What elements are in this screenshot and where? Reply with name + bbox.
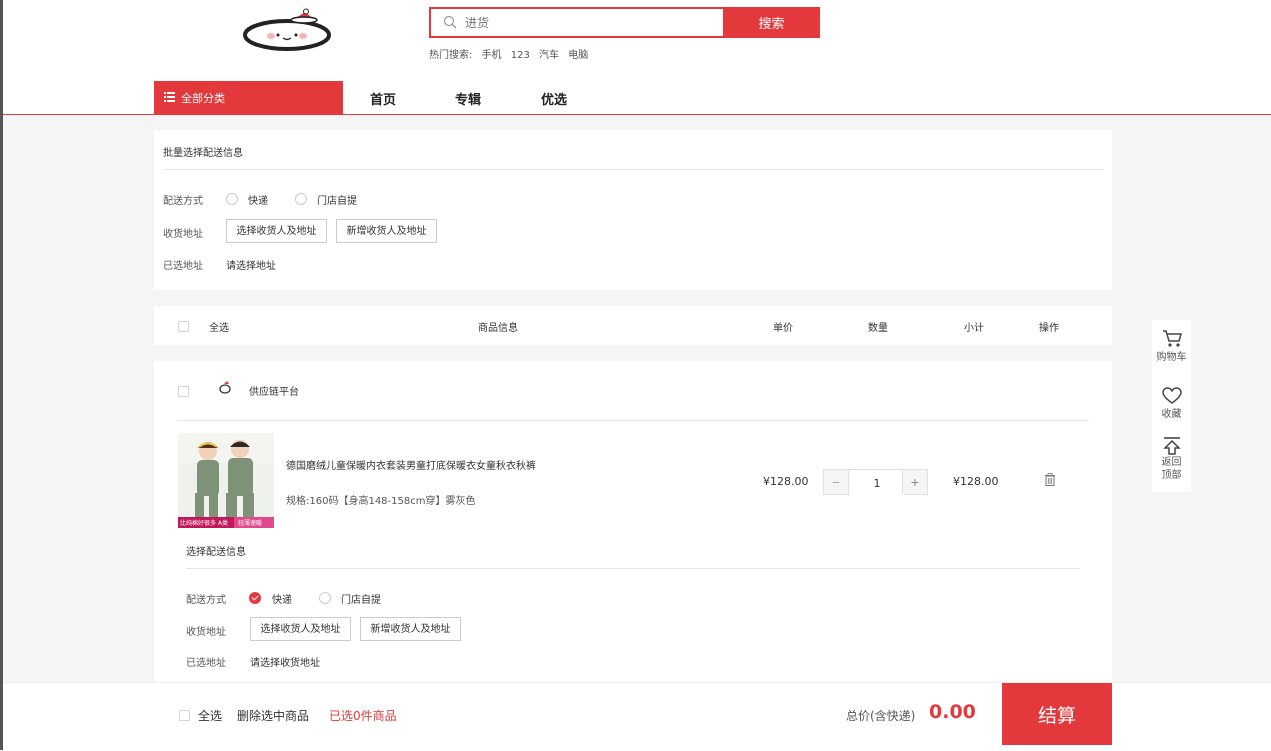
heart-icon	[1161, 387, 1182, 404]
sidebar-cart-label: 购物车	[1156, 352, 1187, 363]
search-bar: 搜索	[429, 7, 820, 38]
item-selected-address-label: 已选地址	[186, 658, 226, 669]
item-address-label: 收货地址	[186, 627, 226, 638]
total-amount: 0.00	[929, 701, 976, 723]
arrow-up-icon	[1162, 437, 1181, 455]
item-choose-address-button[interactable]: 选择收货人及地址	[250, 617, 351, 641]
sidebar-favorites-label: 收藏	[1161, 409, 1182, 420]
search-button[interactable]: 搜索	[723, 7, 820, 38]
menu-icon	[164, 92, 175, 102]
delivery-method-label: 配送方式	[163, 196, 203, 207]
select-all-checkbox[interactable]	[178, 321, 189, 332]
sidebar-cart[interactable]: 购物车	[1152, 328, 1191, 363]
right-floating-sidebar: 购物车 收藏 返回顶部	[1152, 320, 1191, 492]
batch-delivery-title: 批量选择配送信息	[163, 148, 243, 159]
footer-select-all-label: 全选	[198, 709, 223, 723]
radio-express-label: 快递	[248, 196, 268, 207]
cart-icon	[1162, 330, 1182, 347]
mascot-logo[interactable]	[241, 8, 337, 52]
hot-search-label: 热门搜索:	[429, 50, 473, 61]
item-selected-address-value: 请选择收货地址	[250, 658, 320, 669]
quantity-decrease-button[interactable]: −	[824, 470, 849, 494]
item-delivery-method-label: 配送方式	[186, 595, 226, 606]
radio-express[interactable]	[226, 193, 238, 205]
checkout-button[interactable]: 结算	[1002, 683, 1112, 745]
quantity-input[interactable]	[850, 470, 904, 496]
divider	[186, 568, 1080, 569]
hot-search-item[interactable]: 123	[511, 50, 530, 61]
nav-home[interactable]: 首页	[370, 89, 396, 108]
item-radio-store-pickup-label: 门店自提	[341, 595, 381, 606]
add-address-button[interactable]: 新增收货人及地址	[336, 219, 437, 243]
selected-count: 已选0件商品	[329, 709, 397, 723]
column-action: 操作	[1039, 323, 1059, 334]
sidebar-back-to-top-label: 返回顶部	[1161, 457, 1182, 481]
selected-address-value: 请选择地址	[226, 261, 276, 272]
divider	[177, 420, 1089, 421]
product-subtotal: ¥128.00	[953, 475, 999, 488]
item-radio-express-label: 快递	[272, 595, 292, 606]
selected-address-label: 已选地址	[163, 261, 203, 272]
shop-checkbox[interactable]	[178, 386, 189, 397]
column-quantity: 数量	[868, 323, 888, 334]
batch-delivery-panel: 批量选择配送信息 配送方式 快递 门店自提 收货地址 选择收货人及地址 新增收货…	[154, 130, 1112, 290]
hot-search-item[interactable]: 手机	[482, 50, 502, 61]
nav-albums[interactable]: 专辑	[455, 89, 481, 108]
total-label: 总价(含快递)	[846, 709, 916, 723]
column-product-info: 商品信息	[478, 323, 518, 334]
product-title[interactable]: 德国磨绒儿童保暖内衣套装男童打底保暖衣女童秋衣秋裤	[286, 457, 536, 472]
item-radio-store-pickup[interactable]	[319, 592, 331, 604]
search-icon	[443, 15, 457, 29]
hot-search-item[interactable]: 电脑	[568, 50, 588, 61]
shop-logo-icon	[219, 381, 231, 394]
radio-store-pickup[interactable]	[295, 193, 307, 205]
shop-cart-panel: 供应链平台 比纯棉好很多 A类 轻薄速暖 德国磨绒儿童保暖内衣套装男童打底保暖衣…	[154, 361, 1112, 682]
sidebar-favorites[interactable]: 收藏	[1152, 387, 1191, 420]
item-radio-express[interactable]	[249, 592, 261, 604]
cart-table-header: 全选 商品信息 单价 数量 小计 操作	[154, 306, 1112, 345]
item-delivery-title: 选择配送信息	[186, 547, 246, 558]
search-box	[429, 7, 723, 38]
site-header: 搜索 热门搜索: 手机 123 汽车 电脑 全部分类 首页 专辑 优选	[3, 0, 1271, 115]
choose-address-button[interactable]: 选择收货人及地址	[226, 219, 327, 243]
item-add-address-button[interactable]: 新增收货人及地址	[360, 617, 461, 641]
sidebar-back-to-top[interactable]: 返回顶部	[1159, 436, 1184, 482]
trash-icon[interactable]	[1044, 473, 1056, 486]
product-spec: 规格:160码【身高148-158cm穿】雾灰色	[286, 496, 476, 507]
divider	[163, 169, 1104, 170]
product-image-banner: 比纯棉好很多 A类	[180, 519, 228, 527]
column-subtotal: 小计	[964, 323, 984, 334]
radio-store-pickup-label: 门店自提	[317, 196, 357, 207]
search-input[interactable]	[463, 11, 717, 35]
quantity-increase-button[interactable]: +	[902, 470, 927, 494]
select-all-label: 全选	[209, 323, 229, 334]
product-image-tag: 轻薄速暖	[238, 519, 262, 527]
product-image[interactable]: 比纯棉好很多 A类 轻薄速暖	[178, 433, 274, 528]
footer-select-all-checkbox[interactable]	[179, 710, 190, 721]
all-categories-label: 全部分类	[181, 92, 225, 105]
product-unit-price: ¥128.00	[763, 475, 809, 488]
address-label: 收货地址	[163, 229, 203, 240]
hot-search: 热门搜索: 手机 123 汽车 电脑	[429, 46, 594, 61]
hot-search-item[interactable]: 汽车	[539, 50, 559, 61]
delete-selected-button[interactable]: 删除选中商品	[237, 707, 309, 724]
column-unit-price: 单价	[773, 323, 793, 334]
checkout-bar: 全选 删除选中商品 已选0件商品 总价(含快递) 0.00 结算	[3, 682, 1271, 751]
nav-featured[interactable]: 优选	[541, 89, 567, 108]
all-categories-button[interactable]: 全部分类	[154, 81, 343, 114]
shop-name[interactable]: 供应链平台	[249, 383, 299, 398]
quantity-stepper: − +	[823, 469, 928, 496]
